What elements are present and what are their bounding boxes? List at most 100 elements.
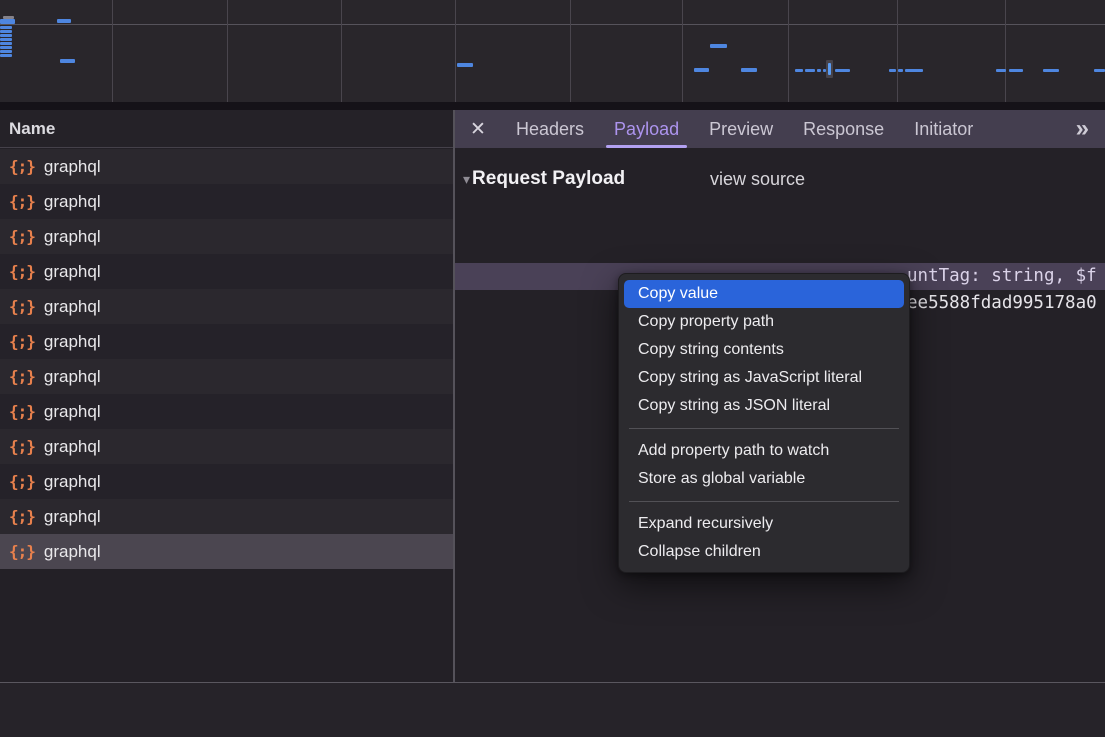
- request-name: graphql: [44, 157, 101, 177]
- waterfall-bar: [996, 69, 1006, 72]
- menu-item-copy-value[interactable]: Copy value: [624, 280, 904, 308]
- context-menu: Copy valueCopy property pathCopy string …: [618, 273, 910, 573]
- waterfall-bar: [905, 69, 923, 72]
- menu-item-copy-string-as-javascript-literal[interactable]: Copy string as JavaScript literal: [624, 364, 904, 392]
- property-value-continuation: untTag: string, $f: [907, 263, 1097, 290]
- json-resource-icon: {;}: [9, 472, 35, 491]
- menu-item-copy-property-path[interactable]: Copy property path: [624, 308, 904, 336]
- waterfall-bar: [694, 68, 709, 72]
- waterfall-bar: [835, 69, 850, 72]
- waterfall-bar: [0, 50, 12, 53]
- network-overview[interactable]: [0, 0, 1105, 102]
- tab-initiator[interactable]: Initiator: [904, 110, 983, 148]
- request-row[interactable]: {;} graphql: [0, 464, 454, 499]
- payload-section-header[interactable]: ▾ Request Payload: [463, 165, 625, 193]
- waterfall-bar: [0, 34, 12, 37]
- request-list: {;} graphql {;} graphql {;} graphql {;} graphql…: [0, 149, 454, 569]
- overview-bottom-strip: [0, 102, 1105, 110]
- request-row[interactable]: {;} graphql: [0, 219, 454, 254]
- request-row[interactable]: {;}graphql: [0, 289, 454, 324]
- request-name: graphql: [44, 192, 101, 212]
- waterfall-bar: [805, 69, 815, 72]
- request-row[interactable]: {;} graphql: [0, 534, 454, 569]
- section-title: Request Payload: [472, 168, 625, 190]
- waterfall-bar: [795, 69, 803, 72]
- request-name: graphql: [44, 507, 101, 527]
- request-row[interactable]: {;} graphql: [0, 149, 454, 184]
- waterfall-bar: [0, 26, 12, 29]
- view-source-link[interactable]: view source: [710, 165, 805, 193]
- request-name: graphql: [44, 332, 101, 352]
- menu-item-copy-string-contents[interactable]: Copy string contents: [624, 336, 904, 364]
- tab-response[interactable]: Response: [793, 110, 894, 148]
- section-collapse-icon[interactable]: ▾: [463, 171, 470, 188]
- timeline-gridline: [1005, 0, 1006, 102]
- json-resource-icon: {;}: [9, 332, 35, 351]
- json-resource-icon: {;}: [9, 402, 35, 421]
- waterfall-bar: [0, 46, 12, 49]
- json-resource-icon: {;}: [9, 227, 35, 246]
- request-row[interactable]: {;} graphql: [0, 324, 454, 359]
- request-name: graphql: [44, 402, 101, 422]
- timeline-gridline: [897, 0, 898, 102]
- json-resource-icon: {;}: [9, 437, 35, 456]
- waterfall-bar: [1043, 69, 1059, 72]
- menu-item-add-property-path-to-watch[interactable]: Add property path to watch: [624, 437, 904, 465]
- tree-row-operation-name[interactable]: operationName: "ipFlowTimeseries": [455, 236, 1105, 263]
- request-name: graphql: [44, 227, 101, 247]
- json-resource-icon: {;}: [9, 157, 35, 176]
- close-icon: ✕: [470, 118, 486, 141]
- chevron-double-right-icon: »: [1076, 115, 1089, 143]
- waterfall-bar: [1009, 69, 1023, 72]
- tab-payload[interactable]: Payload: [604, 110, 689, 148]
- network-panel: Name {;}graphql{;}graphql{;}graphql{;}gr…: [0, 110, 454, 737]
- request-row[interactable]: {;}graphql: [0, 254, 454, 289]
- waterfall-bar: [889, 69, 896, 72]
- menu-separator: [629, 501, 899, 502]
- request-name: graphql: [44, 472, 101, 492]
- json-resource-icon: {;}: [9, 192, 35, 211]
- variables-preview-fragment: ee5588fdad995178a0: [907, 290, 1097, 317]
- tab-headers[interactable]: Headers: [506, 110, 594, 148]
- timeline-gridline: [788, 0, 789, 102]
- devtools-window: Name {;}graphql{;}graphql{;}graphql{;}gr…: [0, 0, 1105, 737]
- waterfall-bar: [0, 38, 12, 41]
- waterfall-bar: [1094, 69, 1105, 72]
- waterfall-bar: [0, 19, 15, 24]
- request-row[interactable]: {;} graphql: [0, 499, 454, 534]
- overflow-tabs-button[interactable]: »: [1060, 110, 1105, 148]
- waterfall-bar: [60, 59, 75, 63]
- menu-item-expand-recursively[interactable]: Expand recursively: [624, 510, 904, 538]
- json-resource-icon: {;}: [9, 262, 35, 281]
- menu-item-store-as-global-variable[interactable]: Store as global variable: [624, 465, 904, 493]
- request-row[interactable]: {;} graphql: [0, 394, 454, 429]
- waterfall-bar: [457, 63, 473, 67]
- timeline-gridline: [341, 0, 342, 102]
- json-resource-icon: {;}: [9, 542, 35, 561]
- detail-tabbar: ✕ Headers Payload Preview Response Initiator…: [455, 110, 1105, 148]
- json-resource-icon: {;}: [9, 367, 35, 386]
- request-row[interactable]: {;} graphql: [0, 429, 454, 464]
- menu-item-copy-string-as-json-literal[interactable]: Copy string as JSON literal: [624, 392, 904, 420]
- waterfall-bar: [817, 69, 821, 72]
- request-name: graphql: [44, 542, 101, 562]
- menu-item-collapse-children[interactable]: Collapse children: [624, 538, 904, 566]
- request-row[interactable]: {;} graphql: [0, 184, 454, 219]
- waterfall-bar: [898, 69, 903, 72]
- waterfall-bar: [57, 19, 71, 23]
- screenshot-root: Name {;}graphql{;}graphql{;}graphql{;}gr…: [0, 0, 1110, 740]
- request-name: graphql: [44, 437, 101, 457]
- timeline-gridline: [455, 0, 456, 102]
- waterfall-bar: [0, 54, 12, 57]
- close-button[interactable]: ✕: [455, 110, 501, 148]
- request-row[interactable]: {;}graphql: [0, 359, 454, 394]
- timeline-gridline: [682, 0, 683, 102]
- waterfall-bar: [741, 68, 757, 72]
- tree-root-row[interactable]: ▼{operationName: "ipFlowTimeseries", var…: [455, 205, 1105, 232]
- json-resource-icon: {;}: [9, 507, 35, 526]
- summary-bar: [0, 683, 1105, 737]
- waterfall-bar: [0, 30, 12, 33]
- tab-preview[interactable]: Preview: [699, 110, 783, 148]
- name-column-header[interactable]: Name: [0, 110, 454, 148]
- request-name: graphql: [44, 297, 101, 317]
